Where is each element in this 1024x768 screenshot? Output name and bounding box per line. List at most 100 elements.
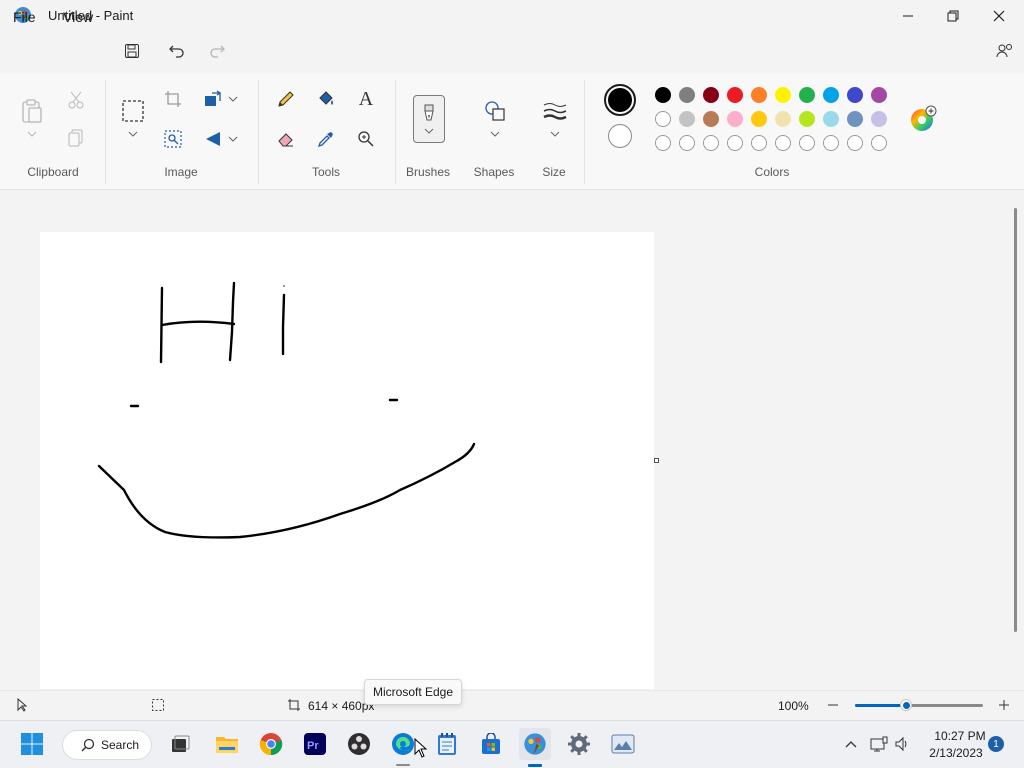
zoom-out-button[interactable]: [825, 697, 841, 713]
account-button[interactable]: [992, 40, 1016, 62]
photos-button[interactable]: [607, 728, 639, 760]
palette-empty-slot[interactable]: [823, 135, 839, 151]
start-button[interactable]: [16, 728, 48, 760]
palette-color-swatch[interactable]: [775, 87, 791, 103]
palette-color-swatch[interactable]: [703, 87, 719, 103]
canvas-resize-handle[interactable]: [654, 458, 659, 463]
palette-empty-slot[interactable]: [751, 135, 767, 151]
minimize-button[interactable]: [885, 0, 931, 32]
palette-empty-slot[interactable]: [799, 135, 815, 151]
zoom-slider-track[interactable]: [855, 704, 983, 707]
stroke-letter-i: [281, 293, 286, 356]
copy-button[interactable]: [64, 126, 88, 150]
palette-color-swatch[interactable]: [679, 111, 695, 127]
resize-dropdown[interactable]: [227, 93, 239, 105]
select-button[interactable]: [118, 96, 148, 126]
crop-button[interactable]: [162, 88, 184, 110]
network-status[interactable]: [870, 735, 888, 753]
menu-view[interactable]: View: [63, 9, 93, 25]
undo-button[interactable]: [165, 40, 189, 62]
palette-color-swatch[interactable]: [823, 87, 839, 103]
palette-color-swatch[interactable]: [751, 87, 767, 103]
palette-empty-slot[interactable]: [703, 135, 719, 151]
canvas-size-icon: [288, 699, 300, 711]
pencil-button[interactable]: [275, 88, 297, 110]
palette-empty-slot[interactable]: [727, 135, 743, 151]
shapes-button[interactable]: [482, 98, 508, 124]
restore-button[interactable]: [930, 0, 976, 32]
rotate-button[interactable]: [202, 128, 224, 150]
notification-badge[interactable]: 1: [988, 736, 1004, 752]
folder-icon: [216, 737, 238, 753]
color-picker-button[interactable]: [315, 128, 337, 150]
zoom-level-text[interactable]: 100%: [778, 699, 809, 713]
redo-button[interactable]: [205, 40, 229, 62]
select-dropdown[interactable]: [125, 128, 141, 140]
group-label-tools: Tools: [311, 165, 340, 179]
palette-color-swatch[interactable]: [799, 111, 815, 127]
vertical-scrollbar[interactable]: [1014, 208, 1017, 632]
size-dropdown[interactable]: [547, 128, 563, 140]
palette-empty-slot[interactable]: [679, 135, 695, 151]
paste-button[interactable]: [18, 96, 46, 126]
chevron-down-icon: [490, 131, 500, 137]
clock-date[interactable]: 2/13/2023: [924, 746, 988, 760]
palette-color-swatch[interactable]: [727, 111, 743, 127]
cut-button[interactable]: [64, 88, 88, 112]
taskbar-search-button[interactable]: Search: [62, 730, 152, 760]
palette-color-swatch[interactable]: [655, 87, 671, 103]
palette-color-swatch[interactable]: [823, 111, 839, 127]
palette-color-swatch[interactable]: [775, 111, 791, 127]
clock-time[interactable]: 10:27 PM: [930, 729, 990, 743]
cursor-arrow-icon: [414, 738, 427, 758]
palette-color-swatch[interactable]: [847, 87, 863, 103]
zoom-in-button[interactable]: [996, 697, 1012, 713]
palette-empty-slot[interactable]: [847, 135, 863, 151]
show-hidden-icons-button[interactable]: [843, 736, 859, 752]
volume-control[interactable]: [893, 735, 911, 753]
palette-color-swatch[interactable]: [799, 87, 815, 103]
close-button[interactable]: [976, 0, 1022, 32]
notepad-button[interactable]: [431, 728, 463, 760]
magnifier-button[interactable]: [355, 128, 377, 150]
palette-color-swatch[interactable]: [751, 111, 767, 127]
paste-dropdown[interactable]: [24, 128, 40, 140]
palette-color-swatch[interactable]: [871, 87, 887, 103]
paint-taskbar-button[interactable]: [519, 728, 551, 760]
secondary-color-button[interactable]: [608, 124, 632, 148]
text-button[interactable]: A: [355, 88, 377, 110]
size-button[interactable]: [541, 98, 569, 124]
palette-color-swatch[interactable]: [703, 111, 719, 127]
file-explorer-button[interactable]: [211, 728, 243, 760]
menu-file[interactable]: File: [13, 9, 36, 25]
shapes-dropdown[interactable]: [487, 128, 503, 140]
group-label-colors: Colors: [754, 165, 790, 179]
fill-button[interactable]: [315, 88, 337, 110]
drawing-canvas[interactable]: [40, 232, 654, 689]
palette-color-swatch[interactable]: [871, 111, 887, 127]
task-view-button[interactable]: [164, 728, 196, 760]
microsoft-store-button[interactable]: [475, 728, 507, 760]
chrome-button[interactable]: [255, 728, 287, 760]
ribbon-separator: [395, 80, 396, 184]
brushes-button[interactable]: [413, 95, 445, 143]
obs-button[interactable]: [343, 728, 375, 760]
image-search-button[interactable]: [162, 128, 184, 150]
palette-color-swatch[interactable]: [727, 87, 743, 103]
edit-colors-button[interactable]: [908, 104, 938, 134]
rotate-dropdown[interactable]: [227, 133, 239, 145]
premiere-pro-button[interactable]: Pr: [299, 728, 331, 760]
palette-color-swatch[interactable]: [847, 111, 863, 127]
primary-color-button[interactable]: [604, 84, 636, 116]
resize-button[interactable]: [202, 88, 224, 110]
palette-empty-slot[interactable]: [655, 135, 671, 151]
palette-empty-slot[interactable]: [775, 135, 791, 151]
palette-color-swatch[interactable]: [655, 111, 671, 127]
settings-button[interactable]: [563, 728, 595, 760]
title-bar: [0, 0, 1024, 32]
save-button[interactable]: [120, 40, 144, 62]
palette-color-swatch[interactable]: [679, 87, 695, 103]
fill-bucket-icon: [319, 91, 333, 105]
palette-empty-slot[interactable]: [871, 135, 887, 151]
eraser-button[interactable]: [275, 128, 297, 150]
